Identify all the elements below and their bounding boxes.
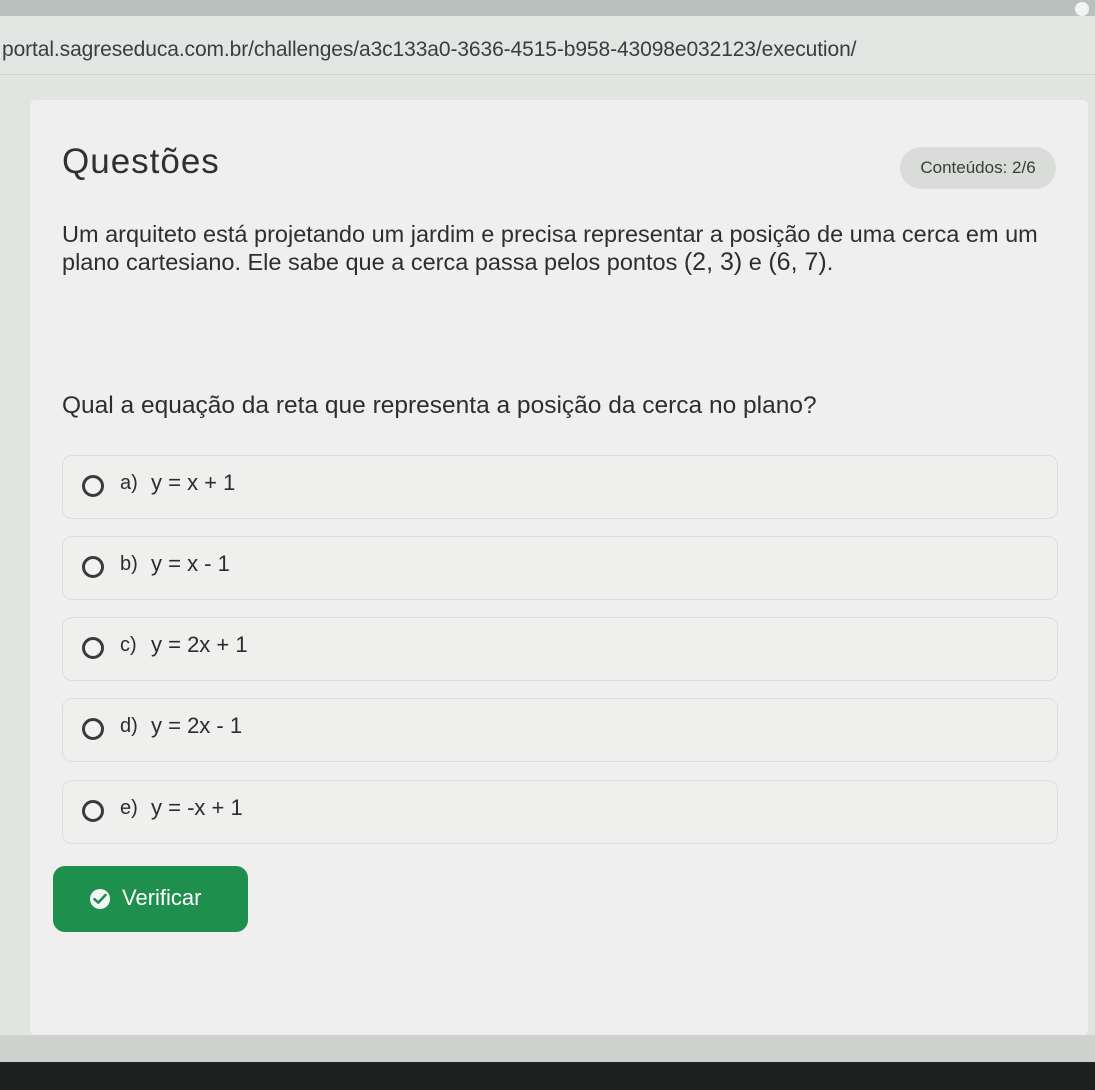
option-equation: y = 2x + 1: [151, 632, 248, 657]
option-equation: y = x - 1: [151, 551, 230, 576]
statement-end: .: [826, 249, 834, 275]
option-equation: y = 2x - 1: [151, 713, 243, 738]
option-letter: e): [120, 797, 138, 819]
verify-button[interactable]: Verificar: [53, 866, 248, 932]
radio-icon[interactable]: [82, 556, 104, 578]
screen-bezel: [0, 1062, 1095, 1090]
radio-icon[interactable]: [82, 718, 104, 740]
browser-top-strip: [0, 0, 1095, 16]
point-a: (2, 3): [683, 248, 743, 276]
address-url[interactable]: portal.sagreseduca.com.br/challenges/a3c…: [2, 38, 857, 62]
option-letter: d): [120, 715, 138, 737]
statement-connector: e: [742, 249, 769, 275]
statement-start: Um arquiteto está projetando um jardim e…: [62, 221, 1038, 275]
option-a[interactable]: a) y = x + 1: [62, 455, 1058, 519]
progress-badge: Conteúdos: 2/6: [900, 147, 1056, 189]
radio-icon[interactable]: [82, 637, 104, 659]
option-letter: a): [120, 472, 138, 494]
page-title: Questões: [62, 142, 220, 181]
radio-icon[interactable]: [82, 800, 104, 822]
option-e[interactable]: e) y = -x + 1: [62, 780, 1058, 844]
question-prompt: Qual a equação da reta que representa a …: [62, 392, 817, 419]
option-letter: c): [120, 634, 137, 656]
browser-corner-dot: [1075, 2, 1089, 16]
verify-label: Verificar: [122, 885, 202, 910]
address-bar[interactable]: portal.sagreseduca.com.br/challenges/a3c…: [0, 16, 1095, 75]
radio-icon[interactable]: [82, 475, 104, 497]
option-b[interactable]: b) y = x - 1: [62, 536, 1058, 600]
point-b: (6, 7): [768, 248, 827, 276]
option-letter: b): [120, 553, 138, 575]
option-equation: y = x + 1: [151, 470, 236, 495]
question-statement: Um arquiteto está projetando um jardim e…: [62, 220, 1052, 276]
option-equation: y = -x + 1: [151, 795, 243, 820]
option-d[interactable]: d) y = 2x - 1: [62, 698, 1058, 762]
check-circle-icon: [90, 889, 110, 909]
option-c[interactable]: c) y = 2x + 1: [62, 617, 1058, 681]
